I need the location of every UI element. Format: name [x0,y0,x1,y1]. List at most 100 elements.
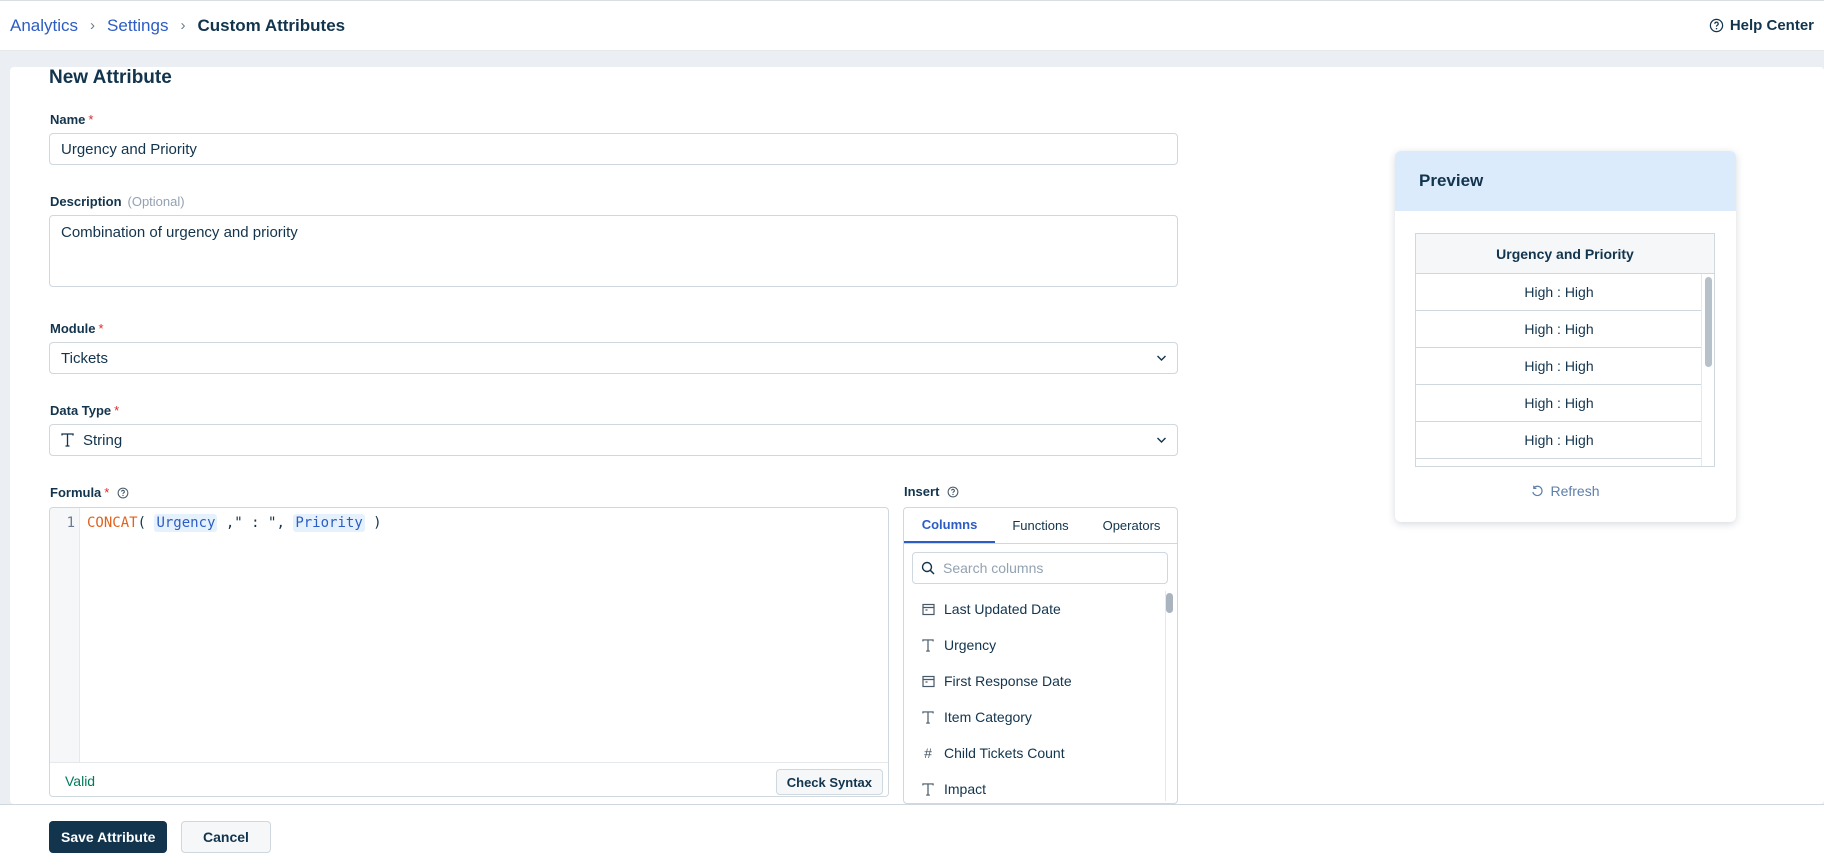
data-type-select-value: String [83,431,123,449]
text-type-icon [920,710,936,724]
code-text: ( [137,515,155,531]
formula-editor[interactable]: 1 CONCAT( Urgency ," : ", Priority ) Val… [49,507,889,797]
chevron-right-icon: › [90,17,96,34]
table-row: High : High [1416,311,1702,348]
syntax-status: Valid [65,773,96,789]
column-name: Last Updated Date [944,601,1061,617]
list-item[interactable]: # Child Tickets Count [904,735,1164,771]
name-label: Name * [50,112,93,127]
question-circle-icon[interactable] [947,486,959,498]
name-field[interactable]: Urgency and Priority [49,133,1178,165]
list-item[interactable]: Last Updated Date [904,591,1164,627]
list-item[interactable]: First Response Date [904,663,1164,699]
module-select[interactable]: Tickets [49,342,1178,374]
description-field[interactable]: Combination of urgency and priority [49,215,1178,287]
table-row: High : High [1416,348,1702,385]
page-title: New Attribute [49,67,172,88]
formula-code[interactable]: CONCAT( Urgency ," : ", Priority ) [87,514,382,532]
formula-footer: Valid Check Syntax [50,762,888,796]
data-type-label: Data Type * [50,403,119,418]
code-text: ," : ", [217,515,294,531]
save-attribute-button[interactable]: Save Attribute [49,821,168,853]
column-list: Last Updated Date Urgency First Response… [904,591,1164,803]
cancel-button[interactable]: Cancel [181,821,271,853]
text-type-icon [920,638,936,652]
preview-title: Preview [1395,151,1736,211]
list-item[interactable]: Urgency [904,627,1164,663]
module-label-text: Module [50,321,96,336]
top-bar: Analytics › Settings › Custom Attributes… [0,0,1824,51]
list-item[interactable]: Impact [904,771,1164,803]
column-name: Impact [944,781,987,797]
preview-panel: Preview Urgency and Priority High : High… [1395,151,1736,522]
tab-functions[interactable]: Functions [995,508,1086,543]
data-type-label-text: Data Type [50,403,112,418]
preview-table: Urgency and Priority High : High High : … [1415,233,1715,467]
help-center-link[interactable]: Help Center [1709,17,1814,34]
calendar-icon [920,675,936,688]
description-label-text: Description [50,194,122,209]
required-marker: * [104,485,110,500]
tab-operators[interactable]: Operators [1086,508,1177,543]
data-type-select[interactable]: String [49,424,1178,456]
description-field-value: Combination of urgency and priority [61,224,298,241]
table-row: High : High [1416,385,1702,422]
check-syntax-button[interactable]: Check Syntax [775,769,883,795]
name-field-value: Urgency and Priority [61,140,197,158]
insert-panel: Columns Functions Operators Last Updated… [903,507,1178,804]
chevron-right-icon: › [180,17,186,34]
refresh-icon [1532,485,1544,496]
refresh-button[interactable]: Refresh [1395,483,1736,499]
breadcrumb-analytics[interactable]: Analytics [10,16,78,36]
module-select-value: Tickets [61,349,108,367]
column-name: Urgency [944,637,997,653]
column-token-priority[interactable]: Priority [293,514,365,532]
insert-label-text: Insert [904,484,940,499]
required-marker: * [98,321,104,336]
breadcrumb-settings[interactable]: Settings [107,16,168,36]
column-list-scrollbar[interactable] [1165,591,1175,801]
module-label: Module * [50,321,104,336]
question-circle-icon[interactable] [117,487,129,499]
text-type-icon [61,433,74,447]
table-row: High : High [1416,274,1702,311]
scrollbar-thumb[interactable] [1166,593,1173,613]
text-type-icon [920,782,936,796]
preview-column-header: Urgency and Priority [1416,234,1714,274]
help-center-label: Help Center [1729,17,1814,34]
column-name: Item Category [944,709,1032,725]
code-text: ) [364,515,382,531]
insert-tabs: Columns Functions Operators [904,508,1177,544]
form-footer: Save Attribute Cancel [0,804,1824,865]
breadcrumb-current: Custom Attributes [197,15,346,35]
table-row: High : High [1416,422,1702,459]
required-marker: * [88,112,94,127]
optional-marker: (Optional) [127,194,185,209]
search-icon [921,561,935,575]
refresh-label: Refresh [1550,483,1600,499]
scrollbar-thumb[interactable] [1705,277,1712,367]
formula-label-text: Formula [50,485,102,500]
calendar-icon [920,603,936,616]
preview-scrollbar[interactable] [1701,274,1714,466]
chevron-down-icon [1157,437,1166,443]
breadcrumb: Analytics › Settings › Custom Attributes [10,16,345,36]
function-token: CONCAT [87,515,138,531]
hash-icon: # [924,745,932,761]
chevron-down-icon [1157,355,1166,361]
search-input[interactable] [943,560,1143,576]
column-token-urgency[interactable]: Urgency [154,514,218,532]
insert-label: Insert [904,484,959,499]
description-label: Description (Optional) [50,194,185,209]
column-name: First Response Date [944,673,1072,689]
question-circle-icon [1709,18,1724,33]
formula-label: Formula * [50,485,129,500]
name-label-text: Name [50,112,86,127]
list-item[interactable]: Item Category [904,699,1164,735]
tab-columns[interactable]: Columns [904,508,995,543]
column-name: Child Tickets Count [944,745,1065,761]
line-number-gutter: 1 [50,508,80,762]
required-marker: * [114,403,120,418]
line-number: 1 [66,515,75,531]
column-search[interactable] [912,552,1168,584]
